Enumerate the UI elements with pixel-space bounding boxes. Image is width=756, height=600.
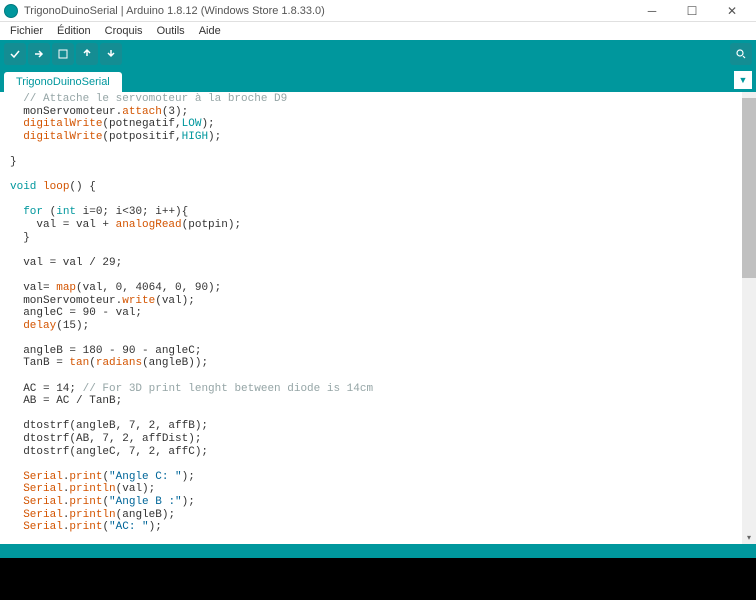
verify-button[interactable] bbox=[4, 43, 26, 65]
tabbar: TrigonoDuinoSerial ▼ bbox=[0, 68, 756, 92]
upload-button[interactable] bbox=[28, 43, 50, 65]
menu-tools[interactable]: Outils bbox=[151, 24, 191, 38]
window-title: TrigonoDuinoSerial | Arduino 1.8.12 (Win… bbox=[24, 5, 632, 17]
tab-sketch[interactable]: TrigonoDuinoSerial bbox=[4, 72, 122, 92]
menu-help[interactable]: Aide bbox=[193, 24, 227, 38]
console[interactable] bbox=[0, 558, 756, 600]
scroll-down-icon[interactable]: ▾ bbox=[742, 530, 756, 544]
tab-menu-button[interactable]: ▼ bbox=[734, 71, 752, 89]
save-button[interactable] bbox=[100, 43, 122, 65]
toolbar bbox=[0, 40, 756, 68]
window-controls: ─ ☐ ✕ bbox=[632, 0, 752, 22]
menu-file[interactable]: Fichier bbox=[4, 24, 49, 38]
open-button[interactable] bbox=[76, 43, 98, 65]
status-bar bbox=[0, 544, 756, 558]
arduino-icon bbox=[4, 4, 18, 18]
menu-sketch[interactable]: Croquis bbox=[99, 24, 149, 38]
scrollbar-thumb[interactable] bbox=[742, 98, 756, 278]
code-editor[interactable]: // Attache le servomoteur à la broche D9… bbox=[0, 92, 756, 544]
serial-monitor-button[interactable] bbox=[730, 43, 752, 65]
code-text[interactable]: // Attache le servomoteur à la broche D9… bbox=[0, 92, 756, 535]
scrollbar-track[interactable]: ▴ ▾ bbox=[742, 92, 756, 544]
minimize-button[interactable]: ─ bbox=[632, 0, 672, 22]
titlebar: TrigonoDuinoSerial | Arduino 1.8.12 (Win… bbox=[0, 0, 756, 22]
menu-edit[interactable]: Édition bbox=[51, 24, 97, 38]
menubar: Fichier Édition Croquis Outils Aide bbox=[0, 22, 756, 40]
maximize-button[interactable]: ☐ bbox=[672, 0, 712, 22]
close-button[interactable]: ✕ bbox=[712, 0, 752, 22]
new-button[interactable] bbox=[52, 43, 74, 65]
